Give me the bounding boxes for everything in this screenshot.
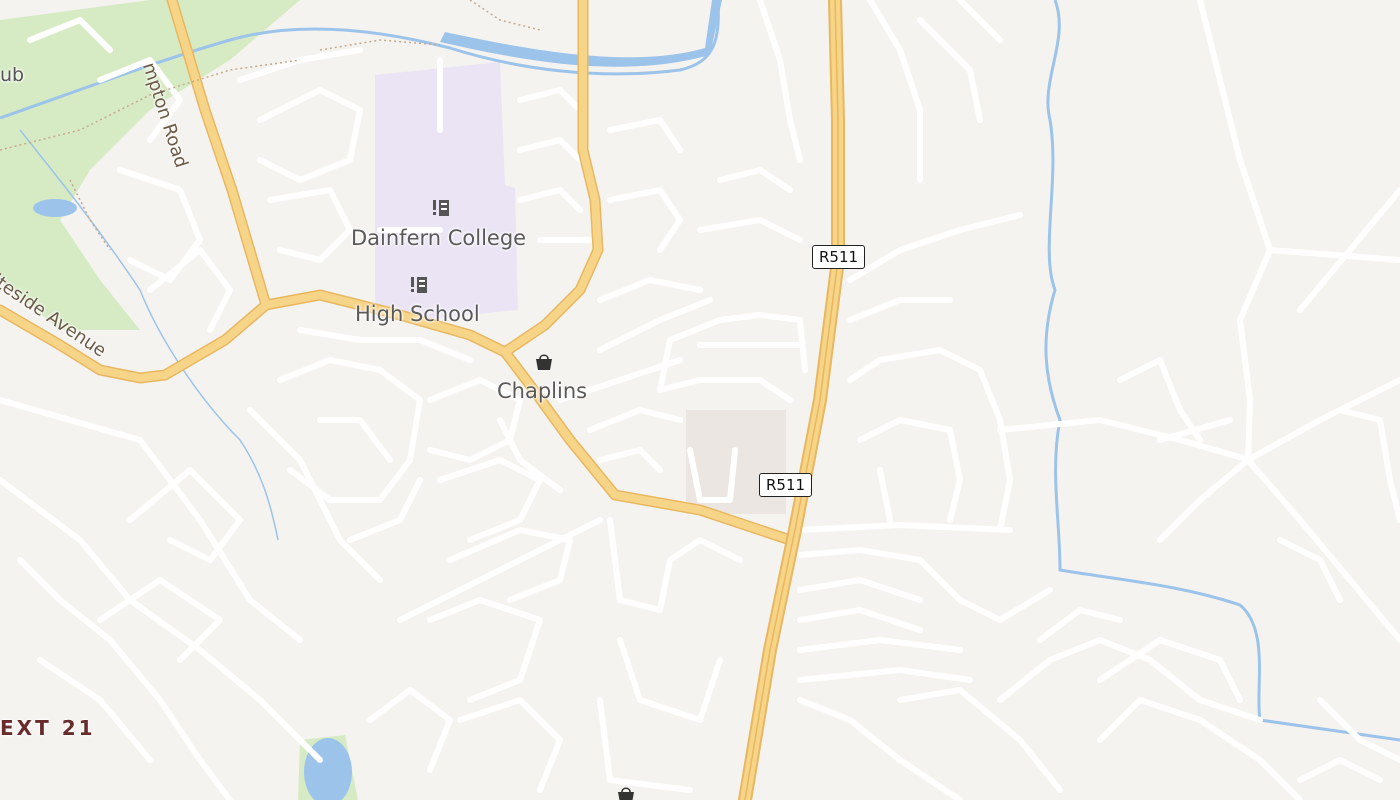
route-shield-r511[interactable]: R511	[759, 473, 813, 497]
place-label-club: ub	[0, 64, 25, 86]
suburb-label-ext21: EXT 21	[0, 716, 96, 740]
route-shield-r511[interactable]: R511	[812, 245, 866, 269]
map-base	[0, 0, 1400, 800]
pond	[33, 199, 77, 217]
poi-label-chaplins[interactable]: Chaplins	[497, 379, 587, 403]
map-canvas[interactable]: R511 R511 Dainfern College High School C…	[0, 0, 1400, 800]
stream	[1044, 0, 1400, 742]
poi-label-high-school[interactable]: High School	[355, 302, 480, 326]
school-grounds	[375, 62, 518, 318]
poi-label-dainfern-college[interactable]: Dainfern College	[351, 226, 526, 250]
